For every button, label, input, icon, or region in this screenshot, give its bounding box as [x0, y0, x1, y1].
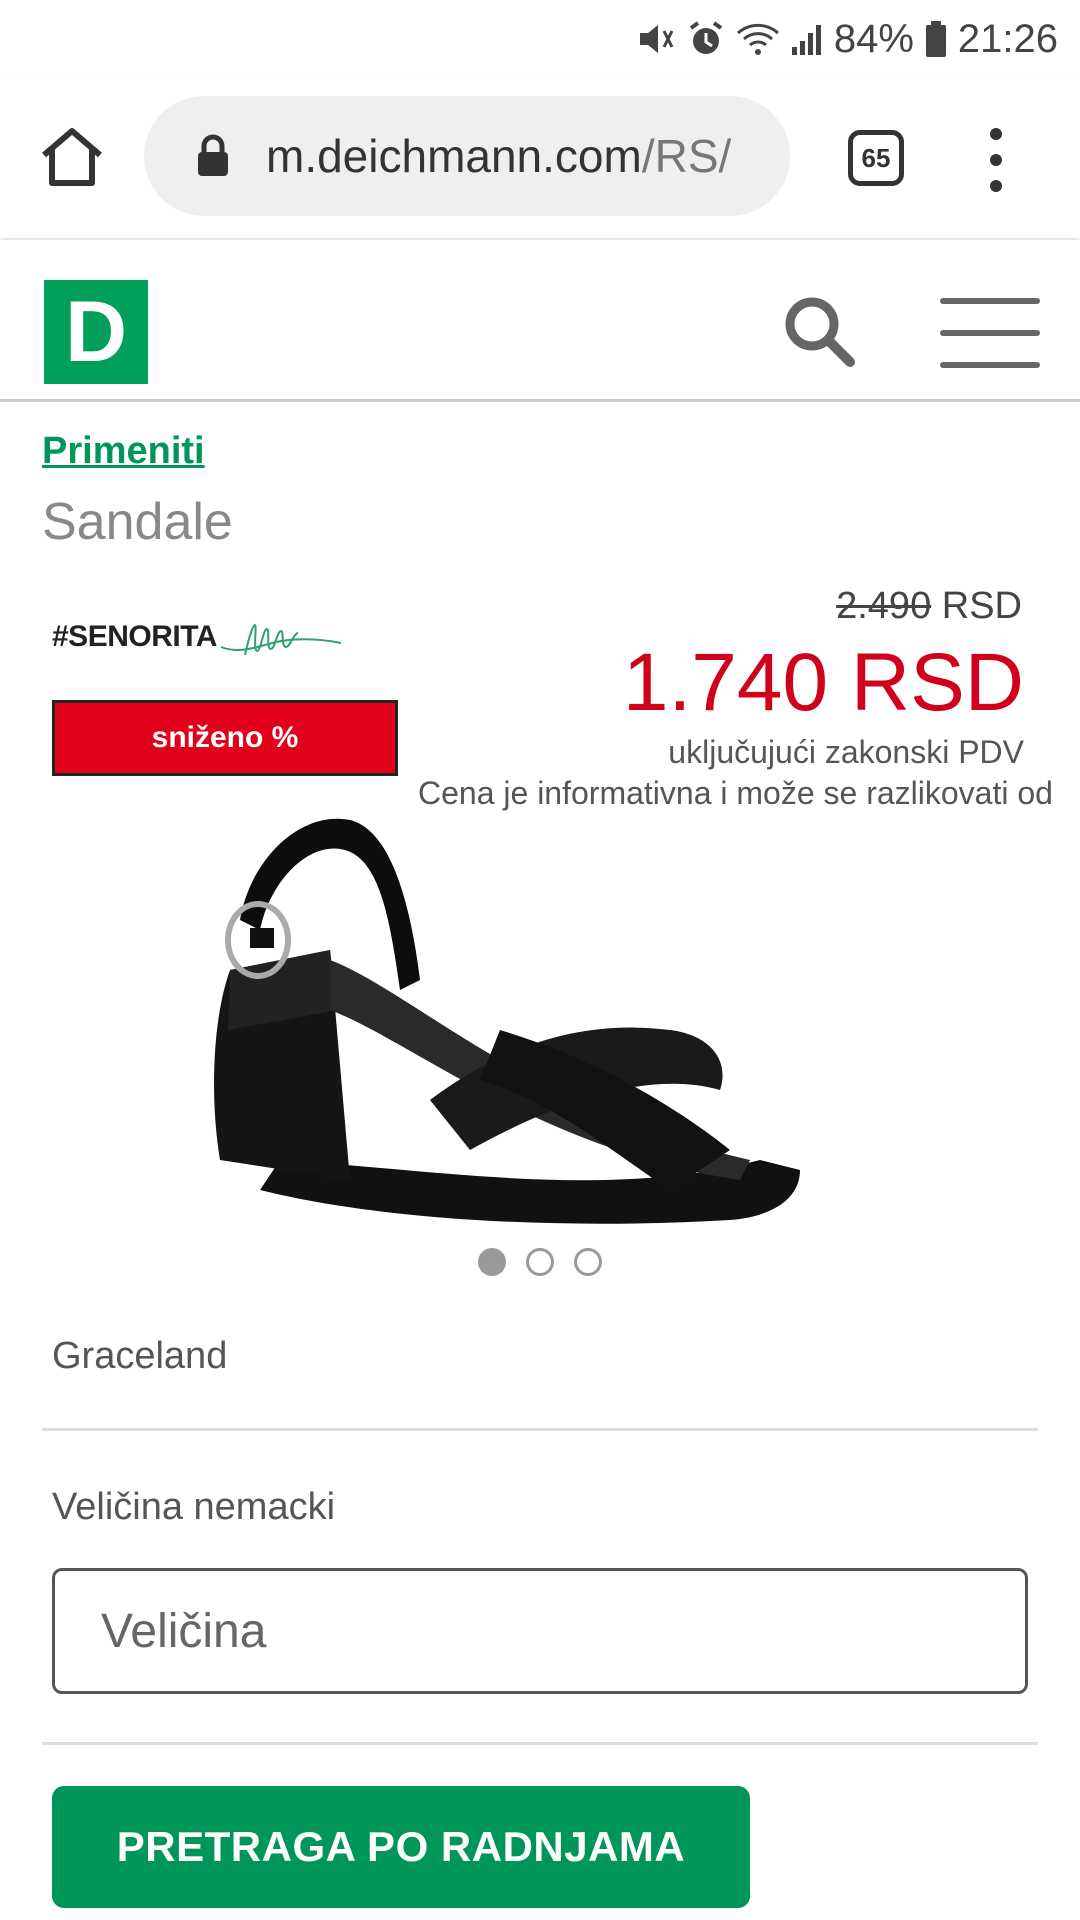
url-text: m.deichmann.com/RS/ [266, 129, 766, 183]
url-host: m.deichmann.com [266, 130, 642, 182]
logo-letter: D [64, 283, 128, 380]
size-select[interactable]: Veličina [52, 1568, 1028, 1694]
vat-note: uključujući zakonski PDV [668, 734, 1024, 770]
product-type: Sandale [42, 493, 233, 551]
address-bar[interactable]: m.deichmann.com/RS/ [144, 96, 790, 216]
collection-logo: #SENORITA [52, 602, 347, 672]
clock: 21:26 [957, 16, 1058, 61]
more-vert-icon[interactable] [976, 128, 1016, 192]
signal-icon [790, 19, 824, 59]
mute-vibrate-icon [636, 19, 676, 59]
search-button[interactable] [780, 292, 860, 372]
gallery-dot[interactable] [574, 1248, 602, 1276]
store-search-button[interactable]: PRETRAGA PO RADNJAMA [52, 1786, 750, 1908]
lock-icon [198, 134, 228, 176]
size-label: Veličina nemacki [52, 1486, 336, 1528]
search-icon [785, 297, 855, 367]
size-placeholder: Veličina [101, 1604, 267, 1658]
gallery-dot[interactable] [526, 1248, 554, 1276]
sandal-image [214, 818, 800, 1224]
browser-toolbar: m.deichmann.com/RS/ 65 [0, 78, 1080, 238]
tab-count: 65 [861, 142, 891, 173]
old-price: 2.490 RSD [836, 585, 1022, 628]
battery-percent: 84% [833, 16, 914, 61]
product-image[interactable] [200, 800, 880, 1250]
site-header: D [0, 240, 1080, 402]
battery-icon [924, 19, 948, 59]
gallery-dot[interactable] [478, 1248, 506, 1276]
tabs-icon[interactable]: 65 [848, 130, 904, 186]
divider [42, 1428, 1038, 1431]
apply-link[interactable]: Primeniti [42, 430, 205, 473]
divider [42, 1742, 1038, 1745]
gallery-pagination [478, 1248, 602, 1276]
status-bar: 84% 21:26 [0, 0, 1080, 78]
signature-scribble-icon [220, 623, 342, 656]
hamburger-menu-icon[interactable] [940, 298, 1040, 368]
url-path: /RS/ [641, 130, 732, 182]
old-price-value: 2.490 [836, 585, 932, 627]
deichmann-logo[interactable]: D [44, 280, 148, 384]
brand-name: Graceland [52, 1335, 228, 1377]
home-icon [42, 128, 102, 186]
wifi-icon [736, 19, 780, 59]
old-price-currency: RSD [941, 585, 1022, 627]
current-price: 1.740 RSD [622, 637, 1024, 728]
collection-tag: #SENORITA [52, 620, 217, 653]
alarm-icon [686, 19, 726, 59]
home-button[interactable] [38, 123, 106, 191]
sale-badge: sniženo % [52, 700, 398, 776]
